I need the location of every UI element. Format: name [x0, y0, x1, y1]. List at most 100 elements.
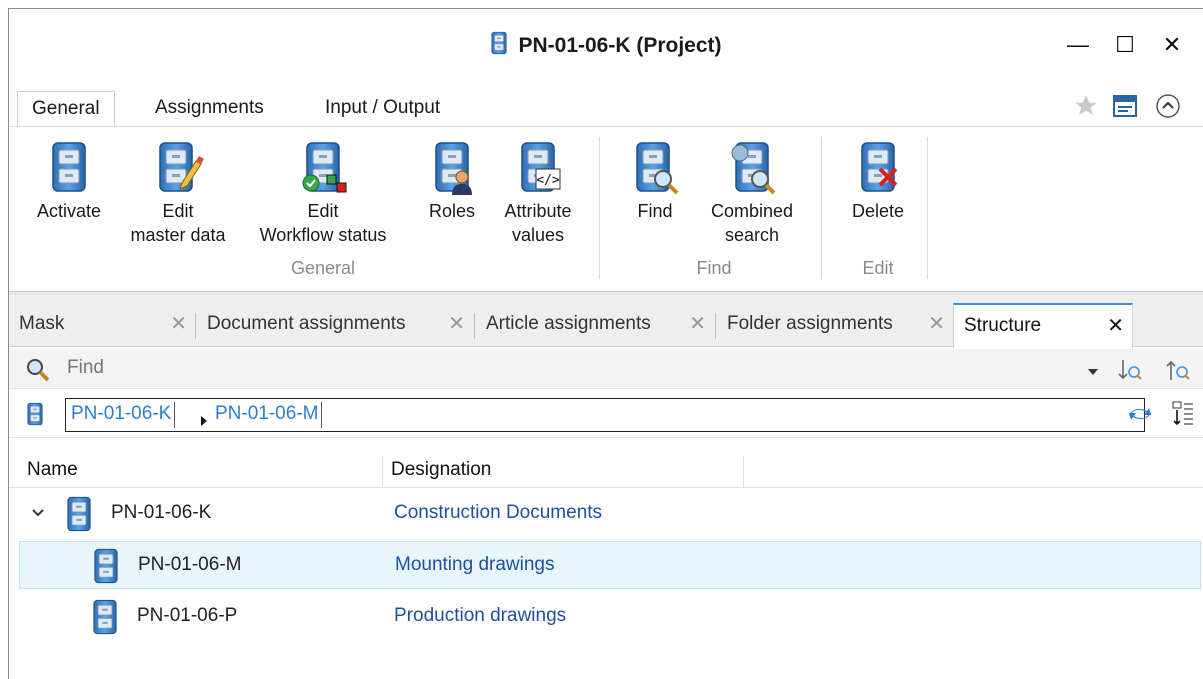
- close-tab-icon[interactable]: ✕: [1107, 305, 1124, 347]
- tab-article-assignments-label: Article assignments: [486, 313, 651, 334]
- close-tab-icon[interactable]: ✕: [928, 303, 945, 345]
- combined-label-1: Combined: [710, 201, 794, 221]
- roles-button[interactable]: Roles: [417, 139, 487, 223]
- row-name: PN-01-06-K: [111, 502, 212, 523]
- column-header-designation[interactable]: Designation: [391, 459, 491, 481]
- table-header: Name Designation: [9, 456, 1203, 488]
- project-window: PN-01-06-K (Project) — ☐ ✕ General Assig…: [8, 8, 1203, 679]
- cabinet-icon: [92, 548, 120, 589]
- tab-separator: [195, 313, 196, 339]
- search-input[interactable]: [61, 353, 1061, 383]
- delete-button[interactable]: Delete: [843, 139, 913, 223]
- search-icon: [25, 357, 51, 388]
- tab-separator: [474, 313, 475, 339]
- collapse-ribbon-icon[interactable]: [1155, 93, 1181, 119]
- window-icon[interactable]: [1112, 93, 1138, 119]
- cabinet-icon: [65, 496, 93, 537]
- combined-search-button[interactable]: Combined search: [699, 139, 805, 247]
- roles-label: Roles: [428, 201, 476, 221]
- breadcrumb: PN-01-06-K PN-01-06-M: [65, 398, 1145, 432]
- cabinet-icon: [91, 599, 119, 640]
- row-designation: Mounting drawings: [395, 554, 555, 575]
- chevron-down-icon[interactable]: [31, 504, 45, 518]
- sync-icon[interactable]: [1127, 404, 1153, 429]
- edit-master-data-button[interactable]: Edit master data: [121, 139, 235, 247]
- find-bar: [9, 349, 1203, 389]
- svg-text:</>: </>: [536, 173, 560, 188]
- roles-cabinet-icon: [426, 139, 478, 197]
- table-row[interactable]: PN-01-06-K Construction Documents: [19, 490, 1201, 538]
- tab-document-assignments[interactable]: Document assignments ✕: [197, 303, 473, 347]
- close-tab-icon[interactable]: ✕: [170, 303, 187, 345]
- tab-input-output[interactable]: Input / Output: [311, 93, 454, 127]
- title-bar: PN-01-06-K (Project) — ☐ ✕: [9, 9, 1203, 81]
- tab-document-assignments-label: Document assignments: [207, 313, 406, 334]
- find-cabinet-icon: [629, 139, 681, 197]
- edit-workflow-status-button[interactable]: Edit Workflow status: [245, 139, 401, 247]
- group-separator: [821, 137, 822, 279]
- combined-search-icon: [726, 139, 778, 197]
- breadcrumb-item[interactable]: PN-01-06-K: [68, 402, 176, 428]
- group-label-general: General: [290, 258, 356, 278]
- column-separator[interactable]: [743, 456, 744, 488]
- maximize-button[interactable]: ☐: [1109, 31, 1141, 59]
- edit-cabinet-icon: [152, 139, 204, 197]
- row-name: PN-01-06-M: [138, 554, 242, 575]
- sort-desc-icon[interactable]: [1165, 357, 1191, 388]
- window-title: PN-01-06-K (Project): [518, 34, 722, 57]
- row-designation: Production drawings: [394, 605, 567, 626]
- dropdown-icon[interactable]: [1087, 361, 1099, 382]
- edit-workflow-label-2: Workflow status: [259, 225, 387, 245]
- tab-separator: [715, 313, 716, 339]
- find-label: Find: [637, 201, 673, 221]
- attribute-values-button[interactable]: </> Attribute values: [489, 139, 587, 247]
- tab-general[interactable]: General: [17, 91, 115, 128]
- tab-mask-label: Mask: [19, 313, 65, 334]
- close-tab-icon[interactable]: ✕: [448, 303, 465, 345]
- cabinet-icon: [26, 402, 44, 431]
- ribbon-body: Activate Edit master data Edit Workflow …: [9, 127, 1203, 292]
- cabinet-icon: [43, 139, 95, 197]
- tab-structure-label: Structure: [964, 315, 1042, 336]
- table-row[interactable]: PN-01-06-P Production drawings: [19, 593, 1201, 641]
- tab-structure[interactable]: Structure ✕: [953, 303, 1133, 348]
- close-button[interactable]: ✕: [1156, 31, 1188, 59]
- star-icon[interactable]: [1073, 93, 1099, 119]
- tab-article-assignments[interactable]: Article assignments ✕: [476, 303, 714, 347]
- edit-master-label-2: master data: [130, 225, 226, 245]
- row-designation: Construction Documents: [394, 502, 603, 523]
- activate-label: Activate: [36, 201, 102, 221]
- edit-workflow-label-1: Edit: [307, 201, 339, 221]
- group-label-find: Find: [696, 258, 732, 278]
- column-header-name[interactable]: Name: [27, 459, 78, 481]
- edit-master-label-1: Edit: [162, 201, 194, 221]
- column-separator[interactable]: [382, 456, 383, 488]
- breadcrumb-arrow-icon[interactable]: [200, 410, 208, 431]
- breadcrumb-bar: PN-01-06-K PN-01-06-M: [9, 390, 1203, 438]
- tab-mask[interactable]: Mask ✕: [9, 303, 195, 347]
- minimize-button[interactable]: —: [1062, 31, 1094, 59]
- activate-button[interactable]: Activate: [23, 139, 115, 223]
- group-label-edit: Edit: [862, 258, 894, 278]
- delete-label: Delete: [851, 201, 905, 221]
- group-separator: [599, 137, 600, 279]
- sort-asc-icon[interactable]: [1117, 357, 1143, 388]
- tab-folder-assignments-label: Folder assignments: [727, 313, 893, 334]
- attribute-label-2: values: [511, 225, 565, 245]
- close-tab-icon[interactable]: ✕: [689, 303, 706, 345]
- workflow-cabinet-icon: [297, 139, 349, 197]
- tab-assignments[interactable]: Assignments: [141, 93, 278, 127]
- group-separator: [927, 137, 928, 279]
- window-title-area: PN-01-06-K (Project): [9, 31, 1203, 61]
- tab-folder-assignments[interactable]: Folder assignments ✕: [717, 303, 953, 347]
- cabinet-icon: [490, 31, 508, 61]
- table-row[interactable]: PN-01-06-M Mounting drawings: [19, 541, 1201, 589]
- breadcrumb-item[interactable]: PN-01-06-M: [212, 402, 323, 428]
- tree-options-icon[interactable]: [1171, 400, 1195, 433]
- row-name: PN-01-06-P: [137, 605, 238, 626]
- delete-cabinet-icon: [852, 139, 904, 197]
- combined-label-2: search: [724, 225, 780, 245]
- find-button[interactable]: Find: [623, 139, 687, 223]
- document-tabs: Mask ✕ Document assignments ✕ Article as…: [9, 295, 1203, 348]
- attribute-label-1: Attribute: [504, 201, 572, 221]
